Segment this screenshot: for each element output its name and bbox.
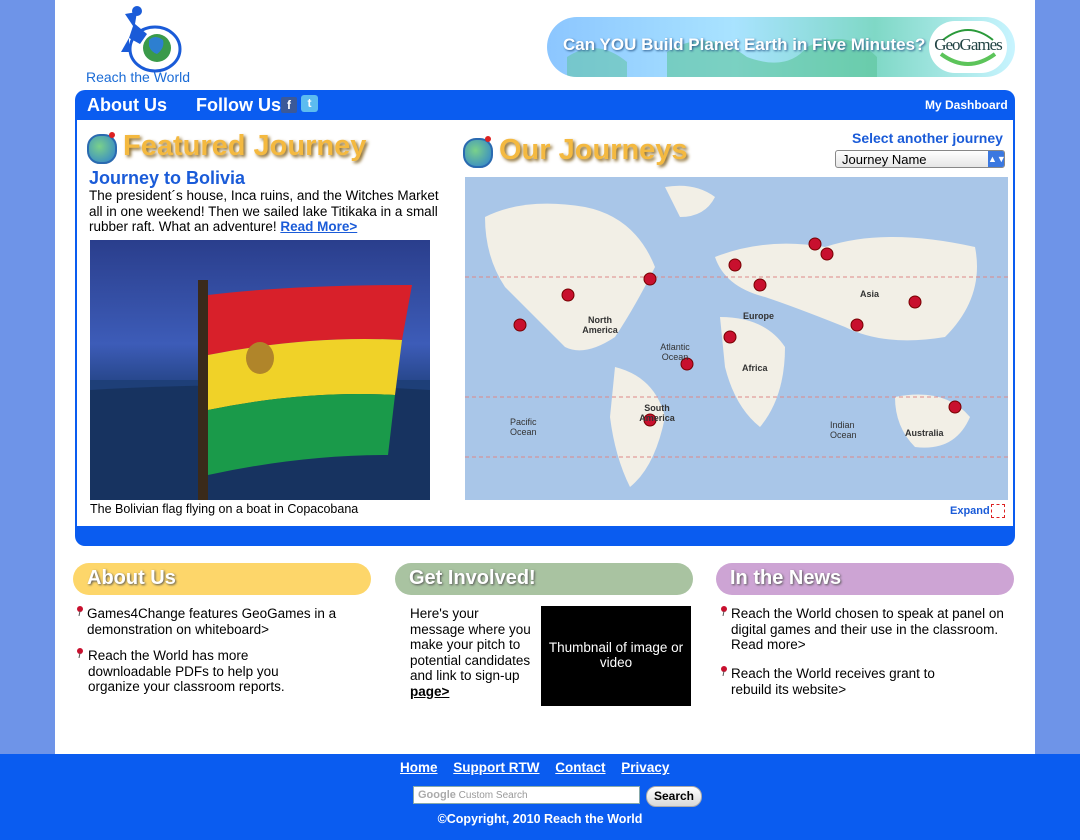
geogames-badge: GeoGames (929, 21, 1007, 73)
main-panel: Featured Journey Journey to Bolivia The … (75, 120, 1015, 526)
map-label-south-america: South America (639, 403, 675, 423)
footer-home-link[interactable]: Home (400, 760, 438, 775)
featured-pin-icon (109, 132, 115, 138)
journey-description-text: The president´s house, Inca ruins, and t… (89, 188, 439, 234)
involved-message: Here's your message where you make your … (410, 606, 531, 683)
search-button[interactable]: Search (646, 786, 702, 807)
nav-my-dashboard[interactable]: My Dashboard (925, 98, 1008, 112)
main-panel-footer-bar (75, 526, 1015, 546)
map-label-pacific: Pacific Ocean (510, 417, 537, 437)
journey-title[interactable]: Journey to Bolivia (89, 168, 245, 189)
our-journeys-heading: Our Journeys (499, 134, 688, 166)
twitter-icon[interactable]: t (301, 95, 318, 112)
geogames-banner[interactable]: Can YOU Build Planet Earth in Five Minut… (547, 17, 1015, 77)
pin-bullet-icon (77, 606, 83, 616)
about-item-1[interactable]: Games4Change features GeoGames in a demo… (87, 606, 357, 637)
footer-contact-link[interactable]: Contact (555, 760, 605, 775)
select-journey-label: Select another journey (852, 130, 1003, 146)
journeys-globe-icon (463, 138, 493, 168)
bolivian-flag-image (90, 280, 430, 500)
map-label-australia: Australia (905, 428, 944, 438)
map-label-asia: Asia (860, 289, 880, 299)
facebook-icon[interactable]: f (281, 97, 297, 113)
map-label-north-america: North America (582, 315, 618, 335)
journey-select[interactable]: Journey Name ▲▼ (835, 150, 1006, 168)
copyright-text: ©Copyright, 2010 Reach the World (437, 812, 643, 826)
footer-links: Home Support RTW Contact Privacy (400, 760, 681, 775)
nav-follow-us: Follow Us (196, 95, 281, 115)
google-logo-text: Google (418, 789, 456, 801)
pin-bullet-icon (77, 648, 83, 658)
footer-privacy-link[interactable]: Privacy (621, 760, 669, 775)
news-item-2[interactable]: Reach the World receives grant to rebuil… (731, 666, 961, 697)
featured-journey-heading: Featured Journey (123, 130, 367, 162)
journey-select-value: Journey Name (842, 152, 927, 167)
involved-section-header: Get Involved! (395, 563, 693, 595)
map-label-europe: Europe (743, 311, 775, 321)
involved-text: Here's your message where you make your … (410, 606, 535, 699)
logo-text[interactable]: Reach the World (86, 69, 190, 85)
geogames-badge-text: GeoGames (934, 35, 1003, 54)
about-section-header: About Us (73, 563, 371, 595)
select-arrow-icon[interactable]: ▲▼ (988, 151, 1006, 167)
pin-bullet-icon (721, 606, 727, 616)
featured-photo[interactable] (90, 240, 430, 500)
journeys-pin-icon (485, 136, 491, 142)
involved-section-heading: Get Involved! (409, 567, 536, 589)
footer: Home Support RTW Contact Privacy Google … (0, 754, 1080, 840)
photo-caption: The Bolivian flag flying on a boat in Co… (90, 502, 359, 516)
banner-headline: Can YOU Build Planet Earth in Five Minut… (563, 35, 926, 54)
search-placeholder: Custom Search (458, 790, 528, 801)
journeys-map[interactable]: North America Atlantic Ocean Europe Asia… (465, 177, 1008, 500)
main-nav: About Us Follow Us f t My Dashboard (75, 90, 1015, 120)
thumbnail-label: Thumbnail of image or video (548, 640, 684, 670)
expand-map-link[interactable]: Expand (950, 505, 990, 517)
news-item-1[interactable]: Reach the World chosen to speak at panel… (731, 606, 1006, 653)
search-input[interactable]: Google Custom Search (413, 786, 640, 804)
expand-icon[interactable] (991, 504, 1005, 518)
nav-about-us[interactable]: About Us (87, 95, 167, 116)
journey-description: The president´s house, Inca ruins, and t… (89, 188, 439, 235)
featured-globe-icon (87, 134, 117, 164)
about-section-heading: About Us (87, 567, 176, 589)
about-item-2[interactable]: Reach the World has more downloadable PD… (88, 648, 303, 695)
read-more-link[interactable]: Read More> (280, 219, 357, 234)
map-label-atlantic: Atlantic Ocean (660, 342, 690, 362)
video-thumbnail[interactable]: Thumbnail of image or video (541, 606, 691, 706)
news-section-header: In the News (716, 563, 1014, 595)
world-map-icon (465, 177, 1008, 500)
news-section-heading: In the News (730, 567, 842, 589)
footer-support-link[interactable]: Support RTW (453, 760, 539, 775)
signup-page-link[interactable]: page> (410, 684, 449, 699)
map-label-indian: Indian Ocean (830, 420, 857, 440)
pin-bullet-icon (721, 666, 727, 676)
map-label-africa: Africa (742, 363, 768, 373)
